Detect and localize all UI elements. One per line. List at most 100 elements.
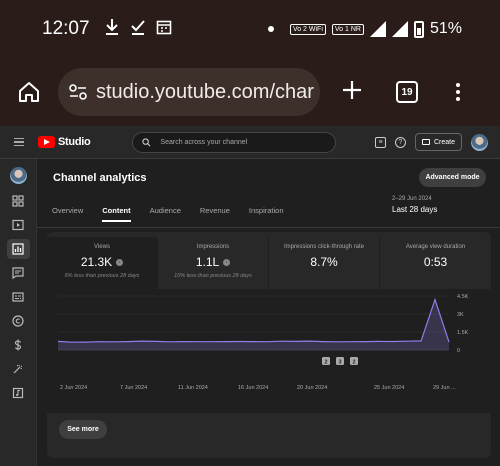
comments-nav-icon[interactable] [11, 266, 25, 280]
notification-dot-icon [267, 26, 274, 32]
x-tick-label: 29 Jun ... [433, 385, 456, 391]
battery-icon [413, 20, 424, 38]
signal-icon-2 [391, 21, 408, 37]
address-bar[interactable]: studio.youtube.com/char [58, 68, 320, 116]
tab-revenue[interactable]: Revenue [200, 206, 230, 222]
menu-line [14, 141, 24, 143]
home-button[interactable] [0, 80, 58, 104]
metric-value: 8.7% [310, 255, 338, 269]
metric-tabs: Views 21.3K ↓ 6% less than previous 28 d… [47, 237, 491, 289]
video-marker-count: 3 [338, 360, 341, 366]
date-range-dates[interactable]: 2–29 Jun 2024 [392, 196, 432, 202]
metric-avg-view-duration[interactable]: Average view duration 0:53 [380, 237, 491, 289]
url-text: studio.youtube.com/char [96, 80, 314, 103]
browser-toolbar: studio.youtube.com/char 19 [0, 58, 500, 126]
status-time: 12:07 [42, 18, 90, 39]
customization-nav-icon[interactable] [11, 362, 25, 376]
dot-icon [456, 97, 460, 101]
channel-avatar[interactable] [10, 167, 27, 184]
account-avatar[interactable] [471, 133, 488, 151]
analytics-main: Channel analytics Advanced mode Overview… [37, 159, 500, 466]
metric-label: Impressions [196, 244, 230, 250]
studio-header: Studio Search across your channel ≡ ? Cr… [0, 126, 500, 159]
content-nav-icon[interactable] [11, 218, 25, 232]
logo-text: Studio [58, 136, 91, 148]
y-tick-label: 0 [457, 348, 460, 354]
analytics-tabs: Overview Content Audience Revenue Inspir… [52, 206, 303, 222]
search-icon [142, 137, 151, 146]
x-tick-label: 25 Jun 2024 [374, 385, 404, 391]
create-button[interactable]: Create [414, 133, 462, 151]
new-tab-button[interactable] [320, 75, 384, 109]
create-label: Create [433, 138, 455, 146]
menu-line [14, 144, 24, 146]
more-menu-button[interactable] [456, 83, 460, 101]
y-tick-label: 1.5K [457, 330, 469, 336]
help-icon[interactable]: ? [394, 136, 406, 148]
views-chart-svg: 4.5K 3K 1.5K 0 2 3 2 2 Jun 2024 7 Jun 2024 11 Jun… [57, 294, 469, 391]
video-plus-icon [421, 139, 430, 145]
tab-overview[interactable]: Overview [52, 206, 83, 222]
x-tick-label: 20 Jun 2024 [297, 385, 327, 391]
dashboard-nav-icon[interactable] [11, 194, 25, 208]
video-marker-count: 2 [352, 360, 355, 366]
x-tick-label: 11 Jun 2024 [178, 385, 208, 391]
x-tick-label: 2 Jun 2024 [60, 385, 87, 391]
metric-ctr[interactable]: Impressions click-through rate 8.7% [269, 237, 380, 289]
views-area [58, 299, 449, 350]
checkmark-icon [130, 18, 146, 41]
views-line [57, 297, 450, 343]
youtube-logo-icon [38, 136, 55, 148]
page-title: Channel analytics [53, 172, 147, 184]
tab-content[interactable]: Content [102, 206, 131, 222]
site-settings-icon[interactable] [68, 82, 88, 102]
metric-label: Views [94, 244, 110, 250]
wifi-calling-icon: Vo 2 WiFi [289, 23, 326, 35]
menu-line [14, 138, 24, 140]
down-arrow-icon: ↓ [116, 258, 124, 266]
signal-icon [369, 21, 386, 37]
video-marker-count: 2 [324, 360, 327, 366]
copyright-nav-icon[interactable] [11, 314, 25, 328]
tabs-divider [37, 227, 500, 228]
audio-library-nav-icon[interactable] [11, 386, 25, 400]
studio-logo[interactable]: Studio [38, 136, 91, 148]
download-icon [104, 18, 120, 41]
subtitles-nav-icon[interactable] [11, 290, 25, 304]
analytics-nav-icon[interactable] [11, 242, 25, 256]
y-tick-label: 3K [457, 312, 464, 318]
x-tick-label: 7 Jun 2024 [120, 385, 147, 391]
tab-switcher-button[interactable]: 19 [396, 81, 418, 103]
tab-audience[interactable]: Audience [150, 206, 181, 222]
dot-icon [456, 90, 460, 94]
views-chart: 4.5K 3K 1.5K 0 2 3 2 2 Jun 2024 7 Jun 2024 11 Jun… [47, 289, 491, 413]
search-input[interactable]: Search across your channel [132, 131, 337, 153]
see-more-button[interactable]: See more [59, 420, 107, 439]
date-range-picker[interactable]: Last 28 days [392, 205, 437, 214]
calendar-icon [156, 19, 172, 40]
metric-value: 1.1L [195, 255, 220, 269]
y-tick-label: 4.5K [457, 294, 469, 300]
dot-icon [456, 83, 460, 87]
phone-status-bar: 12:07 Vo 2 WiFi Vo 1 NR 51% [0, 0, 500, 58]
search-placeholder: Search across your channel [160, 138, 248, 146]
tab-inspiration[interactable]: Inspiration [249, 206, 284, 222]
earn-nav-icon[interactable] [11, 338, 25, 352]
metric-label: Impressions click-through rate [283, 244, 365, 250]
metric-note: 10% less than previous 28 days [174, 273, 252, 279]
home-icon [19, 82, 39, 102]
advanced-mode-button[interactable]: Advanced mode [419, 168, 486, 187]
plus-icon [343, 81, 361, 99]
messages-icon[interactable]: ≡ [374, 136, 386, 148]
metric-note: 6% less than previous 28 days [64, 273, 140, 279]
metric-value: 21.3K [80, 255, 113, 269]
x-tick-label: 16 Jun 2024 [238, 385, 268, 391]
volte-nr-icon: Vo 1 NR [331, 23, 364, 35]
metric-views[interactable]: Views 21.3K ↓ 6% less than previous 28 d… [47, 237, 158, 289]
metrics-card: Views 21.3K ↓ 6% less than previous 28 d… [47, 232, 491, 458]
down-arrow-icon: ↓ [223, 258, 231, 266]
metric-value: 0:53 [423, 255, 448, 269]
metric-impressions[interactable]: Impressions 1.1L ↓ 10% less than previou… [158, 237, 269, 289]
menu-button[interactable] [0, 138, 38, 146]
battery-percent: 51% [429, 20, 462, 37]
